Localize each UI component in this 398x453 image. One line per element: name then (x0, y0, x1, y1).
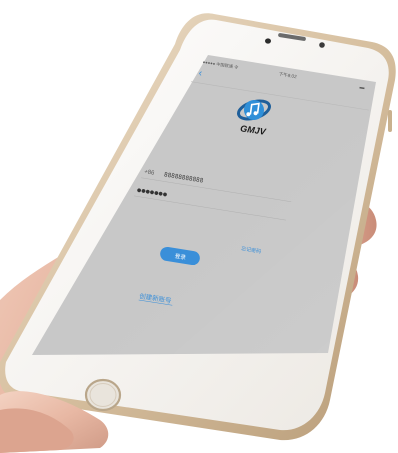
home-button[interactable] (84, 378, 122, 412)
app-screen: ●●●●● 中国联通 令 下午8:02 ▬ ‹ GMJV +86 8888888… (32, 55, 376, 355)
side-button (388, 110, 392, 132)
phone: ●●●●● 中国联通 令 下午8:02 ▬ ‹ GMJV +86 8888888… (0, 13, 396, 441)
proximity-sensor (319, 42, 325, 48)
product-photo: ●●●●● 中国联通 令 下午8:02 ▬ ‹ GMJV +86 8888888… (0, 0, 398, 453)
front-camera (265, 38, 271, 44)
battery-icon: ▬ (359, 84, 365, 91)
photo-canvas: ●●●●● 中国联通 令 下午8:02 ▬ ‹ GMJV +86 8888888… (0, 13, 396, 453)
